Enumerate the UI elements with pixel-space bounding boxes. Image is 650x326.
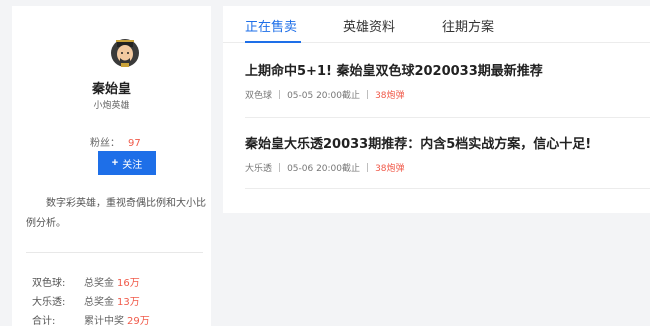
fans-info: 粉丝： 97 xyxy=(90,134,141,149)
separator: | xyxy=(366,162,370,173)
plan-lottery: 大乐透 xyxy=(245,164,273,174)
tab-on-sale[interactable]: 正在售卖 xyxy=(245,16,297,35)
emperor-avatar-icon xyxy=(111,39,139,67)
stat-row-total: 合计: 累计中奖 29万 xyxy=(32,310,150,326)
plan-meta: 双色球 | 05-05 20:00截止 | 38炮弹 xyxy=(245,88,650,102)
stat-value: 13万 xyxy=(117,297,140,308)
fans-count: 97 xyxy=(128,138,141,149)
separator: | xyxy=(278,162,282,173)
hero-title: 小炮英雄 xyxy=(93,101,130,111)
plan-meta: 大乐透 | 05-06 20:00截止 | 38炮弹 xyxy=(245,161,650,175)
stat-label: 累计中奖 xyxy=(84,316,124,326)
separator: | xyxy=(366,89,370,100)
plan-deadline: 05-06 20:00截止 xyxy=(287,164,361,174)
plan-lottery: 双色球 xyxy=(245,91,273,101)
stat-row-dlt: 大乐透: 总奖金 13万 xyxy=(32,291,150,310)
follow-label: 关注 xyxy=(122,159,143,171)
stat-value: 29万 xyxy=(127,316,150,326)
tab-bar: 正在售卖 英雄资料 往期方案 xyxy=(223,6,650,43)
plan-title[interactable]: 秦始皇大乐透20033期推荐：内含5档实战方案，信心十足! xyxy=(245,133,650,152)
plan-deadline: 05-05 20:00截止 xyxy=(287,91,361,101)
divider xyxy=(245,188,650,189)
stat-key: 双色球: xyxy=(32,278,66,289)
hero-name: 秦始皇 xyxy=(91,82,131,97)
separator: | xyxy=(278,89,282,100)
tab-hero-profile[interactable]: 英雄资料 xyxy=(343,16,395,35)
tab-past-plans[interactable]: 往期方案 xyxy=(442,16,494,35)
plan-price: 38炮弹 xyxy=(375,164,405,174)
fans-label: 粉丝： xyxy=(90,138,120,149)
plan-item[interactable]: 上期命中5+1! 秦始皇双色球2020033期最新推荐 双色球 | 05-05 … xyxy=(245,60,650,101)
hero-bio: 数字彩英雄，重视奇偶比例和大小比例分析。 xyxy=(26,198,206,229)
plans-panel: 正在售卖 英雄资料 往期方案 上期命中5+1! 秦始皇双色球2020033期最新… xyxy=(223,6,650,213)
plan-title[interactable]: 上期命中5+1! 秦始皇双色球2020033期最新推荐 xyxy=(245,60,650,79)
stat-value: 16万 xyxy=(117,278,140,289)
plus-icon: + xyxy=(111,157,119,169)
stat-row-ssq: 双色球: 总奖金 16万 xyxy=(32,272,150,291)
active-tab-indicator xyxy=(245,41,301,43)
follow-button[interactable]: + 关注 xyxy=(98,151,156,175)
plan-price: 38炮弹 xyxy=(375,91,405,101)
divider xyxy=(26,252,203,253)
divider xyxy=(245,117,650,118)
stat-label: 总奖金 xyxy=(84,297,114,308)
stat-key: 大乐透: xyxy=(32,297,66,308)
hero-profile-card: 秦始皇 小炮英雄 粉丝： 97 + 关注 数字彩英雄，重视奇偶比例和大小比例分析。… xyxy=(12,6,211,326)
stat-key: 合计: xyxy=(32,316,56,326)
stat-label: 总奖金 xyxy=(84,278,114,289)
prize-stats: 双色球: 总奖金 16万 大乐透: 总奖金 13万 合计: 累计中奖 29万 xyxy=(32,272,150,326)
plan-item[interactable]: 秦始皇大乐透20033期推荐：内含5档实战方案，信心十足! 大乐透 | 05-0… xyxy=(245,133,650,174)
